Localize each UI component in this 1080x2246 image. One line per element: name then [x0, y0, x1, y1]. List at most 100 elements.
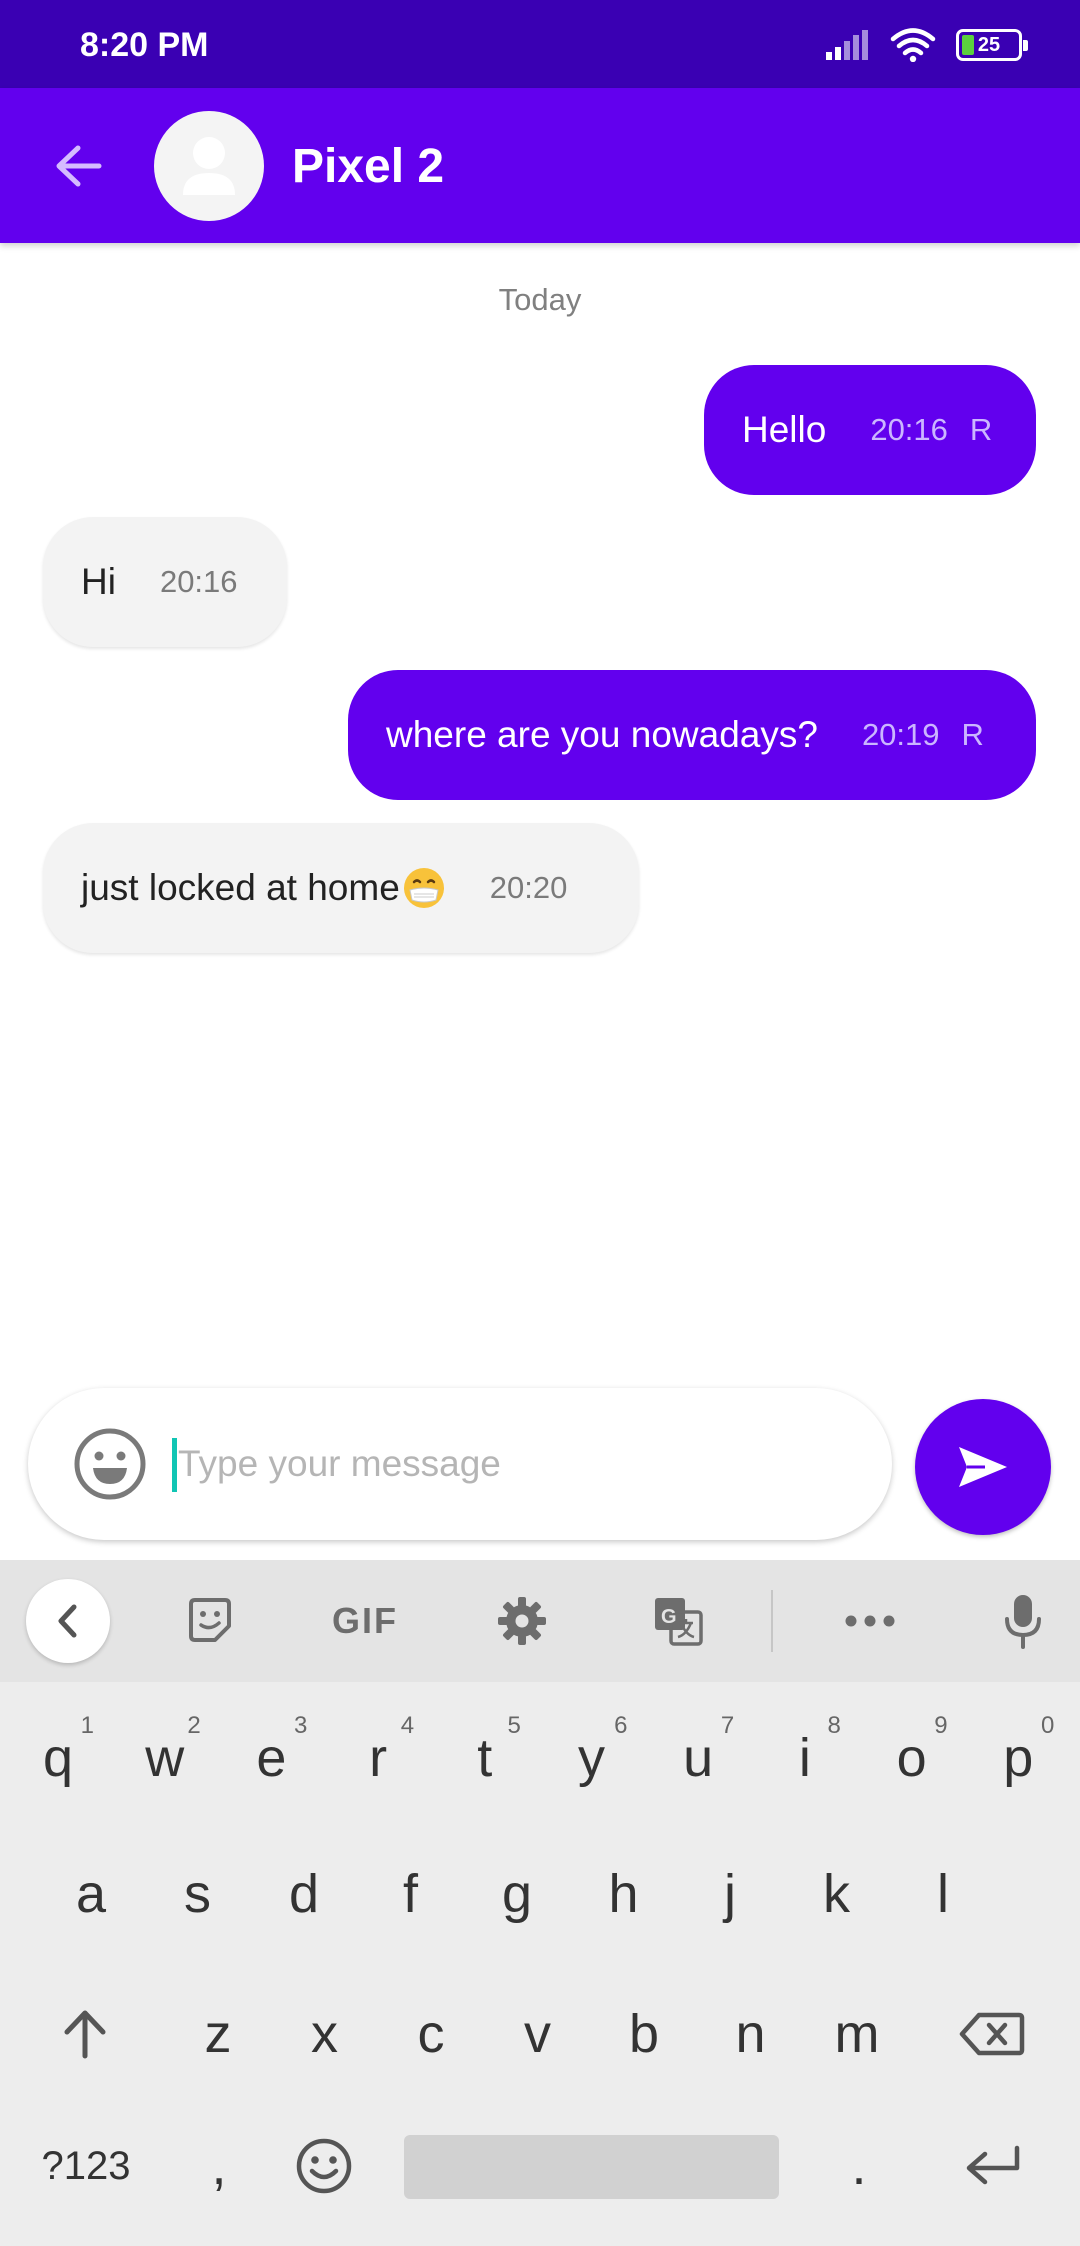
emoji-key[interactable] [286, 2120, 362, 2212]
key-y[interactable]: y6 [552, 1708, 632, 1808]
key-number-hint: 3 [294, 1712, 308, 1739]
key-x[interactable]: x [285, 1984, 365, 2084]
key-g[interactable]: g [477, 1844, 557, 1944]
send-button[interactable] [915, 1399, 1051, 1535]
date-separator: Today [498, 282, 582, 317]
message-time: 20:19 [861, 717, 940, 752]
battery-icon: 25 [956, 29, 1028, 61]
key-q[interactable]: q1 [18, 1708, 98, 1808]
key-number-hint: 9 [934, 1712, 948, 1739]
enter-key[interactable] [952, 2120, 1034, 2212]
key-u[interactable]: u7 [658, 1708, 738, 1808]
key-label: r [369, 1728, 388, 1788]
message-composer [28, 1388, 892, 1540]
message-status: R [969, 412, 993, 447]
key-number-hint: 4 [400, 1712, 415, 1739]
voice-input-button[interactable] [995, 1585, 1051, 1657]
key-label: t [477, 1728, 493, 1788]
avatar[interactable] [154, 111, 264, 221]
key-label: p [1003, 1728, 1034, 1788]
status-bar: 8:20 PM 25 [0, 0, 1080, 88]
face-with-medical-mask-icon [403, 868, 444, 908]
more-button[interactable] [840, 1585, 900, 1657]
message-bubble-outgoing[interactable]: Hello 20:16 R [704, 365, 1036, 495]
key-number-hint: 8 [827, 1712, 841, 1739]
battery-level: 25 [977, 33, 1001, 56]
key-e[interactable]: e3 [231, 1708, 311, 1808]
back-button[interactable] [50, 138, 106, 194]
key-a[interactable]: a [51, 1844, 131, 1944]
app-bar: Pixel 2 [0, 88, 1080, 243]
key-label: q [42, 1728, 74, 1788]
message-time: 20:16 [870, 412, 948, 447]
translate-icon: G [655, 1598, 703, 1646]
key-w[interactable]: w2 [125, 1708, 205, 1808]
key-r[interactable]: r4 [338, 1708, 418, 1808]
more-horizontal-icon [845, 1615, 895, 1627]
key-number-hint: 2 [187, 1712, 201, 1739]
message-bubble-incoming[interactable]: Hi 20:16 [43, 517, 287, 647]
gif-button[interactable]: GIF [320, 1585, 410, 1657]
key-f[interactable]: f [371, 1844, 451, 1944]
wifi-icon [890, 28, 936, 62]
message-bubble-outgoing[interactable]: where are you nowadays? 20:19 R [348, 670, 1036, 800]
keyboard-collapse-button[interactable] [26, 1579, 110, 1663]
send-icon [959, 1447, 1007, 1487]
key-s[interactable]: s [158, 1844, 238, 1944]
contact-name[interactable]: Pixel 2 [292, 139, 444, 194]
symbols-key[interactable]: ?123 [28, 2120, 144, 2212]
shift-arrow-icon [64, 2010, 106, 2059]
key-i[interactable]: i8 [765, 1708, 845, 1808]
key-number-hint: 6 [614, 1712, 628, 1739]
key-z[interactable]: z [178, 1984, 258, 2084]
key-label: w [145, 1728, 185, 1788]
message-text: just locked at home [81, 866, 446, 910]
key-t[interactable]: t5 [445, 1708, 525, 1808]
message-time: 20:16 [159, 564, 238, 599]
key-label: y [578, 1728, 605, 1788]
key-number-hint: 7 [720, 1712, 735, 1739]
key-number-hint: 5 [507, 1712, 521, 1739]
signal-icon [826, 30, 868, 60]
status-time: 8:20 PM [80, 26, 209, 64]
key-m[interactable]: m [817, 1984, 897, 2084]
sticker-icon [189, 1598, 231, 1642]
enter-icon [966, 2145, 1020, 2185]
arrow-left-icon [56, 145, 102, 187]
message-bubble-incoming[interactable]: just locked at home 20:20 [43, 823, 639, 953]
key-p[interactable]: p0 [978, 1708, 1058, 1808]
message-text: Hi [81, 561, 116, 602]
key-k[interactable]: k [797, 1844, 877, 1944]
key-o[interactable]: o9 [872, 1708, 952, 1808]
key-h[interactable]: h [584, 1844, 664, 1944]
microphone-icon [1005, 1595, 1041, 1649]
key-d[interactable]: d [264, 1844, 344, 1944]
key-c[interactable]: c [391, 1984, 471, 2084]
comma-key[interactable]: , [186, 2120, 252, 2212]
key-label: i [798, 1728, 811, 1788]
sticker-button[interactable] [182, 1585, 238, 1657]
key-label: e [256, 1728, 287, 1788]
chevron-left-icon [58, 1604, 77, 1638]
key-n[interactable]: n [711, 1984, 791, 2084]
key-j[interactable]: j [690, 1844, 770, 1944]
period-key[interactable]: . [826, 2120, 892, 2212]
keyboard-toolbar: GIF G [0, 1560, 1080, 1682]
backspace-key[interactable] [951, 1988, 1033, 2080]
message-input[interactable] [178, 1430, 858, 1498]
key-number-hint: 0 [1040, 1712, 1055, 1739]
translate-button[interactable]: G [650, 1585, 706, 1657]
key-number-hint: 1 [80, 1712, 94, 1739]
gif-label: GIF [332, 1600, 398, 1641]
key-label: o [896, 1728, 927, 1788]
settings-button[interactable] [494, 1585, 550, 1657]
key-v[interactable]: v [498, 1984, 578, 2084]
message-time: 20:20 [489, 870, 568, 905]
emoji-button-icon[interactable] [72, 1426, 148, 1502]
gear-icon [498, 1597, 546, 1645]
key-l[interactable]: l [903, 1844, 983, 1944]
text-cursor [172, 1438, 177, 1492]
key-b[interactable]: b [604, 1984, 684, 2084]
spacebar-key[interactable] [404, 2135, 779, 2199]
shift-key[interactable] [45, 1988, 125, 2080]
